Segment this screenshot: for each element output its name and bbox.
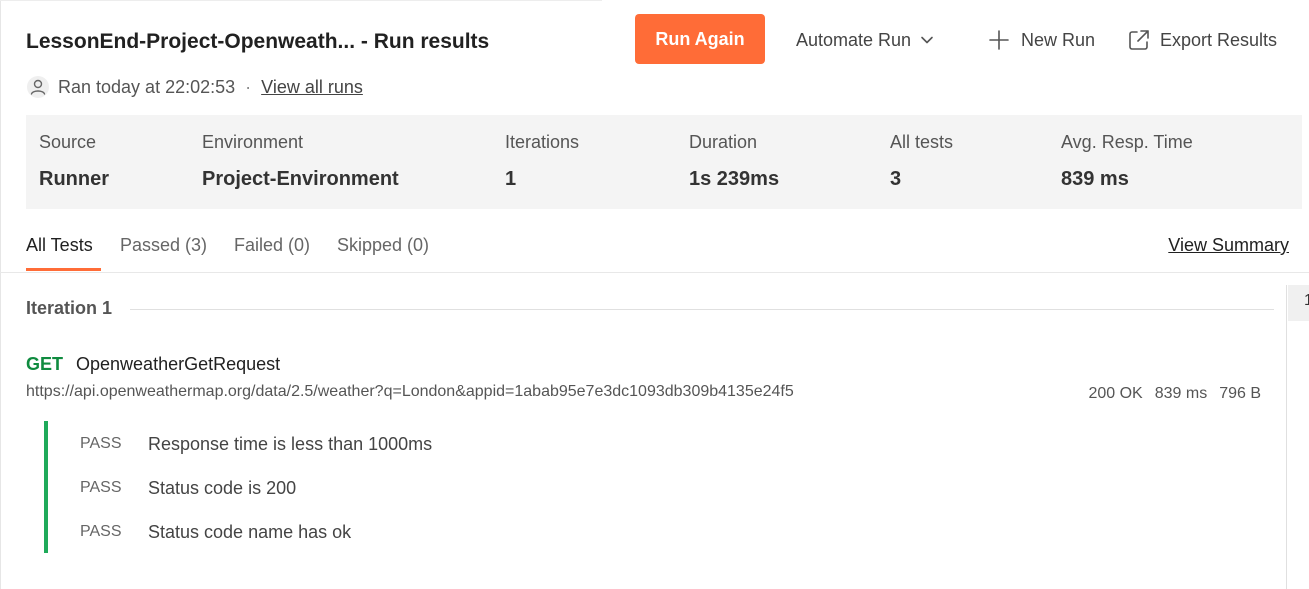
- test-result: PASS Response time is less than 1000ms: [80, 432, 432, 456]
- stat-label: Source: [39, 132, 97, 152]
- iteration-divider: [130, 309, 1274, 310]
- stat-label: Duration: [689, 132, 758, 152]
- tests-status-bar: [44, 421, 48, 553]
- test-name: Status code is 200: [148, 477, 297, 498]
- test-result: PASS Status code name has ok: [80, 520, 351, 544]
- stat-label: Avg. Resp. Time: [1061, 132, 1193, 152]
- stat-value: Runner: [39, 168, 109, 190]
- stat-value: 3: [890, 168, 902, 190]
- user-icon: [27, 76, 49, 98]
- meta-separator: ·: [245, 76, 252, 97]
- tab-passed[interactable]: Passed (3): [120, 235, 207, 256]
- new-run-label: New Run: [1021, 29, 1096, 50]
- iteration-heading: Iteration 1: [26, 298, 113, 318]
- active-tab-indicator: [26, 268, 101, 271]
- chevron-down-icon: [921, 36, 933, 44]
- request-header[interactable]: GET OpenweatherGetRequest: [26, 352, 280, 376]
- test-status: PASS: [80, 435, 122, 452]
- response-size: 796 B: [1219, 385, 1261, 402]
- stat-value: 839 ms: [1061, 168, 1129, 190]
- automate-run-label: Automate Run: [796, 29, 912, 50]
- export-icon: [1129, 30, 1149, 50]
- stat-value: 1: [505, 168, 517, 190]
- top-border: [0, 0, 602, 1]
- test-name: Response time is less than 1000ms: [148, 433, 433, 454]
- plus-icon: [989, 30, 1009, 50]
- response-meta: 200 OK 839 ms 796 B: [1088, 385, 1261, 403]
- test-name: Status code name has ok: [148, 521, 352, 542]
- test-result: PASS Status code is 200: [80, 476, 296, 500]
- tab-failed[interactable]: Failed (0): [234, 235, 310, 256]
- stat-value: 1s 239ms: [689, 168, 780, 190]
- stat-label: Environment: [202, 132, 304, 152]
- request-name: OpenweatherGetRequest: [76, 353, 281, 374]
- left-border: [0, 0, 1, 589]
- stat-label: All tests: [890, 132, 954, 152]
- iteration-marker[interactable]: 1: [1288, 285, 1309, 321]
- tab-skipped[interactable]: Skipped (0): [337, 235, 429, 256]
- run-meta: Ran today at 22:02:53 · View all runs: [26, 74, 363, 100]
- run-results-page: LessonEnd-Project-Openweath... - Run res…: [0, 0, 1309, 589]
- tab-all-tests[interactable]: All Tests: [26, 235, 93, 256]
- export-results-button[interactable]: Export Results: [1127, 26, 1277, 54]
- new-run-button[interactable]: New Run: [987, 26, 1095, 54]
- tabs-divider: [0, 272, 1309, 273]
- export-results-label: Export Results: [1160, 29, 1278, 50]
- request-method: GET: [26, 353, 64, 374]
- view-summary-link[interactable]: View Summary: [1168, 235, 1289, 256]
- ran-time-text: Ran today at 22:02:53: [58, 76, 236, 97]
- stat-value: Project-Environment: [202, 168, 399, 190]
- view-all-runs-link[interactable]: View all runs: [261, 77, 363, 98]
- iteration-scroll-track[interactable]: [1286, 285, 1287, 589]
- request-url: https://api.openweathermap.org/data/2.5/…: [26, 383, 794, 400]
- page-title: LessonEnd-Project-Openweath... - Run res…: [26, 30, 490, 53]
- response-time: 839 ms: [1154, 385, 1208, 402]
- test-status: PASS: [80, 479, 122, 496]
- test-status: PASS: [80, 523, 122, 540]
- run-again-button[interactable]: Run Again: [635, 14, 765, 64]
- run-stats-panel: Source Runner Environment Project-Enviro…: [26, 115, 1302, 209]
- stat-label: Iterations: [505, 132, 580, 152]
- automate-run-dropdown[interactable]: Automate Run: [796, 26, 934, 54]
- response-status: 200 OK: [1088, 385, 1143, 402]
